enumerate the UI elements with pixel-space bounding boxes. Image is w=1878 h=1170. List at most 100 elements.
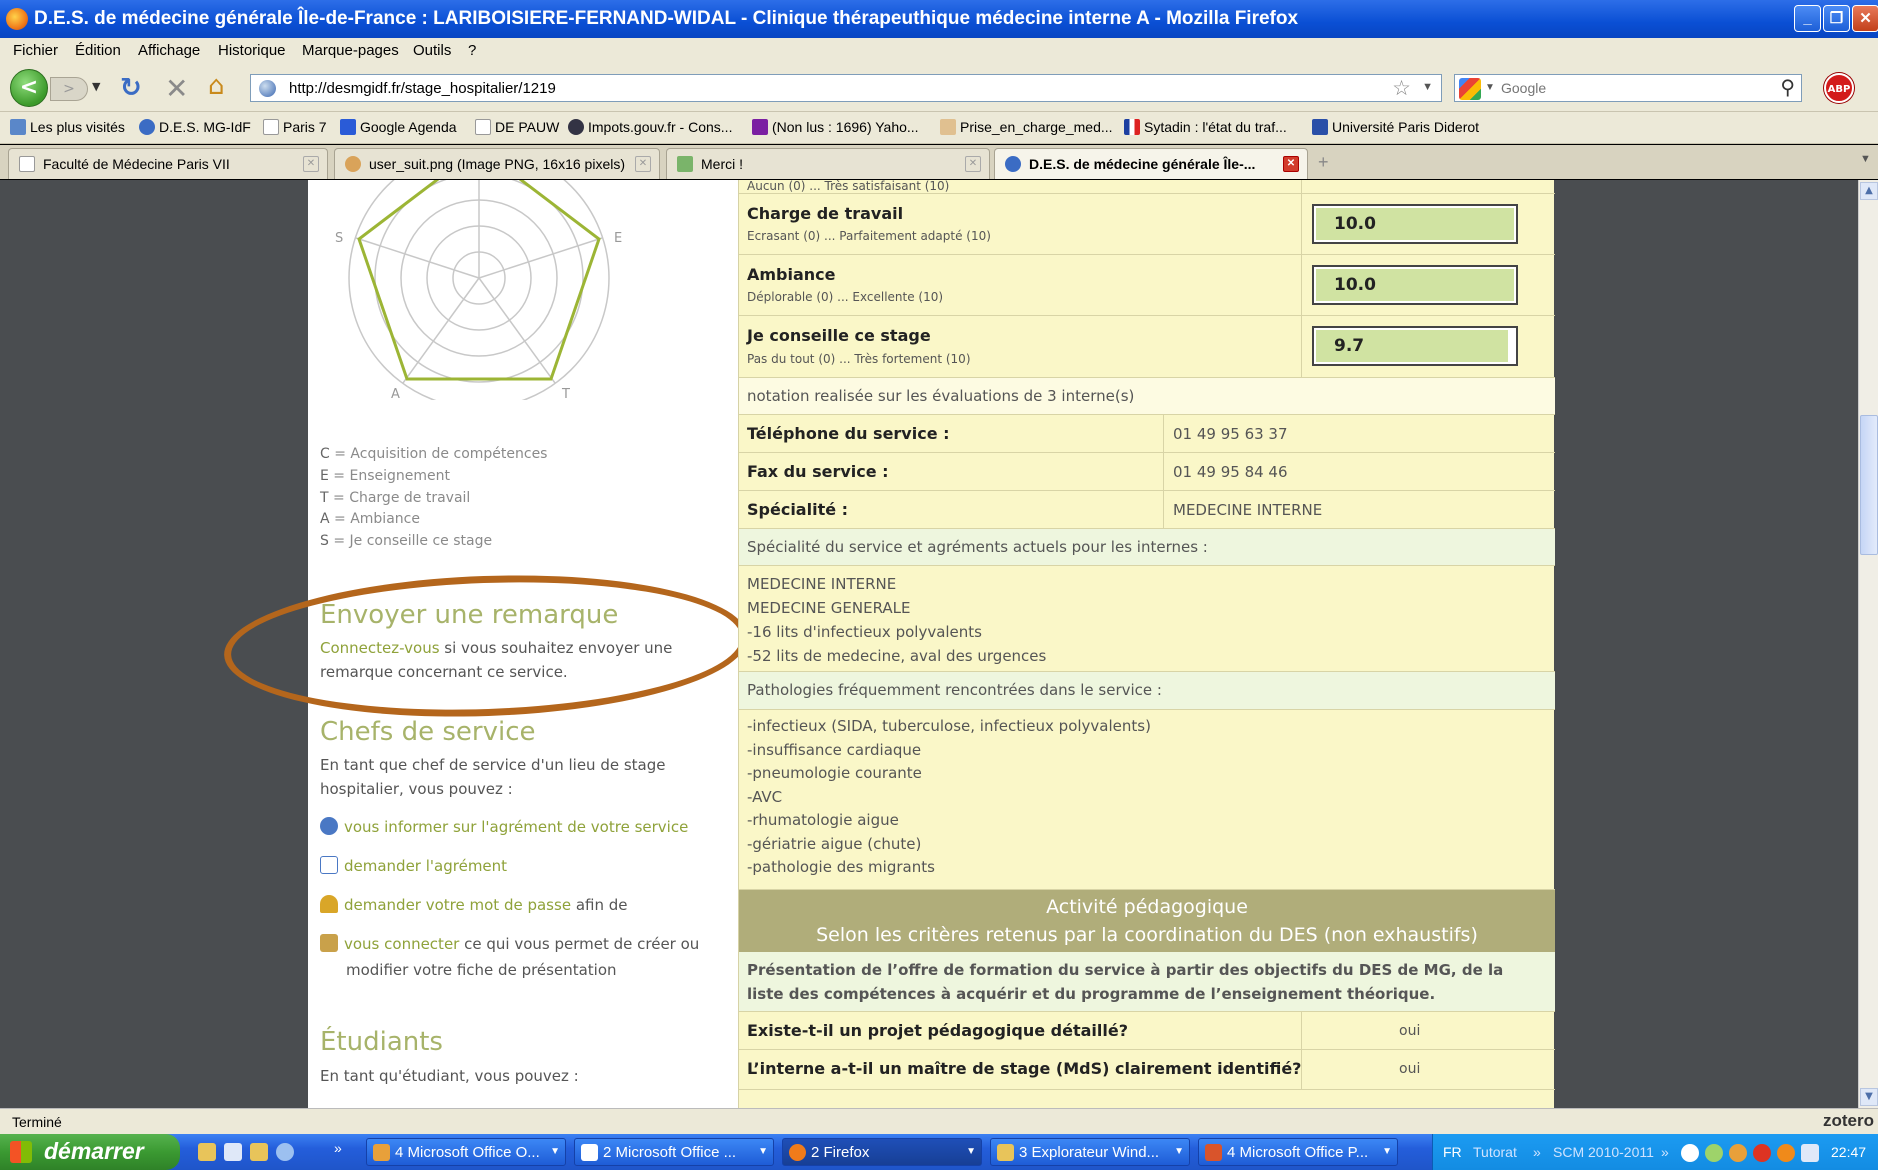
table-row-notation: notation realisée sur les évaluations de…	[739, 378, 1555, 415]
stop-icon[interactable]: ✕	[165, 72, 188, 105]
tab-close-icon[interactable]: ✕	[1283, 156, 1299, 172]
lock-icon	[320, 934, 338, 952]
menu-marque-pages[interactable]: Marque-pages	[302, 42, 399, 59]
bookmark-des-mg-idf[interactable]: D.E.S. MG-IdF	[139, 119, 251, 135]
search-bar[interactable]: ▼ ⚲	[1454, 74, 1802, 102]
bookmark-sytadin[interactable]: Sytadin : l'état du traf...	[1124, 119, 1287, 135]
back-button[interactable]: <	[10, 69, 48, 107]
zotero-button[interactable]: zotero	[1823, 1111, 1874, 1131]
radar-axis-label-t: T	[561, 387, 570, 400]
menu-historique[interactable]: Historique	[218, 42, 286, 59]
menu-edition[interactable]: Édition	[75, 42, 121, 59]
forward-button[interactable]: >	[50, 77, 88, 101]
firefox-tray-icon[interactable]	[1777, 1144, 1795, 1162]
bookmark-impots[interactable]: Impots.gouv.fr - Cons...	[568, 119, 732, 135]
activite-pedagogique-banner: Activité pédagogique Selon les critères …	[739, 890, 1555, 952]
address-bar[interactable]: http://desmgidf.fr/stage_hospitalier/121…	[250, 74, 1442, 102]
informer-agrement-link[interactable]: vous informer sur l'agrément de votre se…	[344, 818, 688, 836]
scroll-up-arrow-icon[interactable]: ▲	[1860, 182, 1878, 200]
tab-list-dropdown-icon[interactable]: ▼	[1860, 153, 1871, 165]
bookmark-paris-diderot[interactable]: Université Paris Diderot	[1312, 119, 1479, 135]
chefs-intro: En tant que chef de service d'un lieu de…	[320, 756, 666, 798]
table-row-partial: Aucun (0) ... Très satisfaisant (10)	[739, 180, 1555, 194]
list-item-demander-agrement: demander l'agrément	[320, 853, 720, 879]
powerpoint-icon	[1205, 1144, 1222, 1161]
window-title: D.E.S. de médecine générale Île-de-Franc…	[34, 8, 1299, 29]
url-dropdown-icon[interactable]: ▼	[1422, 81, 1433, 93]
url-text[interactable]: http://desmgidf.fr/stage_hospitalier/121…	[289, 80, 556, 97]
tab-bar: Faculté de Médecine Paris VII ✕ user_sui…	[0, 145, 1878, 179]
folder-icon	[997, 1144, 1014, 1161]
etudiants-heading: Étudiants	[320, 1027, 443, 1057]
firefox-icon	[789, 1144, 806, 1161]
bookmark-prise-en-charge[interactable]: Prise_en_charge_med...	[940, 119, 1113, 135]
demander-mot-de-passe-link[interactable]: demander votre mot de passe	[344, 896, 571, 914]
alert-tray-icon[interactable]	[1753, 1144, 1771, 1162]
list-item-mot-de-passe: demander votre mot de passe afin de	[320, 892, 720, 918]
start-button[interactable]: démarrer	[0, 1134, 180, 1170]
most-visited-icon	[10, 119, 26, 135]
adblock-plus-icon[interactable]: ABP	[1824, 73, 1854, 103]
restore-button[interactable]: ❐	[1823, 5, 1850, 32]
bookmark-de-pauw[interactable]: DE PAUW	[475, 119, 559, 135]
vertical-scrollbar[interactable]: ▲ ▼	[1858, 180, 1878, 1108]
volume-icon[interactable]	[1705, 1144, 1723, 1162]
search-magnifier-icon[interactable]: ⚲	[1780, 75, 1795, 100]
menu-outils[interactable]: Outils	[413, 42, 451, 59]
tab-close-icon[interactable]: ✕	[965, 156, 981, 172]
search-quicklaunch-icon[interactable]	[276, 1143, 294, 1161]
engine-dropdown-icon[interactable]: ▼	[1485, 82, 1495, 93]
taskbar-firefox[interactable]: 2 Firefox ▼	[782, 1138, 982, 1166]
taskbar-explorer[interactable]: 3 Explorateur Wind... ▼	[990, 1138, 1190, 1166]
tab-user-suit-image[interactable]: user_suit.png (Image PNG, 16x16 pixels) …	[334, 148, 660, 179]
vous-connecter-link[interactable]: vous connecter	[344, 935, 459, 953]
close-window-button[interactable]: ✕	[1852, 5, 1878, 32]
windows-flag-icon	[10, 1141, 32, 1163]
reload-icon[interactable]: ↻	[120, 73, 142, 103]
page-viewport: S E T A C = Acquisition de compétences E…	[0, 180, 1858, 1108]
bookmark-star-icon[interactable]: ☆	[1392, 76, 1411, 101]
scroll-thumb[interactable]	[1860, 415, 1878, 555]
table-row-charge-travail: Charge de travail Ecrasant (0) ... Parfa…	[739, 194, 1555, 255]
desktop-quicklaunch-icon[interactable]	[224, 1143, 242, 1161]
network-icon[interactable]	[1681, 1144, 1699, 1162]
folder-quicklaunch-icon[interactable]	[198, 1143, 216, 1161]
new-tab-icon[interactable]: +	[1318, 152, 1329, 173]
tab-close-icon[interactable]: ✕	[303, 156, 319, 172]
scm-toolbar[interactable]: SCM 2010-2011	[1553, 1144, 1654, 1160]
scroll-down-arrow-icon[interactable]: ▼	[1860, 1088, 1878, 1106]
search-input[interactable]	[1501, 78, 1731, 98]
outlook-tray-icon[interactable]	[1729, 1144, 1747, 1162]
page-icon	[475, 119, 491, 135]
menu-affichage[interactable]: Affichage	[138, 42, 200, 59]
university-icon	[1312, 119, 1328, 135]
table-row-pathologies: -infectieux (SIDA, tuberculose, infectie…	[739, 710, 1555, 890]
taskbar-outlook[interactable]: 4 Microsoft Office O... ▼	[366, 1138, 566, 1166]
bookmark-google-agenda[interactable]: Google Agenda	[340, 119, 457, 135]
taskbar-powerpoint[interactable]: 4 Microsoft Office P... ▼	[1198, 1138, 1398, 1166]
demander-agrement-link[interactable]: demander l'agrément	[344, 857, 507, 875]
tutorat-toolbar[interactable]: Tutorat	[1473, 1144, 1517, 1160]
home-icon[interactable]: ⌂	[208, 71, 225, 101]
quicklaunch-more-icon[interactable]: »	[334, 1140, 342, 1156]
tab-close-icon[interactable]: ✕	[635, 156, 651, 172]
menu-help[interactable]: ?	[468, 42, 476, 59]
taskbar-word[interactable]: 2 Microsoft Office ... ▼	[574, 1138, 774, 1166]
bookmark-plus-visites[interactable]: Les plus visités	[10, 119, 125, 135]
tab-faculte-medecine[interactable]: Faculté de Médecine Paris VII ✕	[8, 148, 328, 179]
bookmark-paris7[interactable]: Paris 7	[263, 119, 327, 135]
google-engine-icon[interactable]	[1459, 78, 1481, 100]
score-box-charge-travail: 10.0	[1312, 204, 1518, 244]
legend-a: A = Ambiance	[320, 511, 420, 527]
language-indicator[interactable]: FR	[1443, 1144, 1462, 1160]
explorer-quicklaunch-icon[interactable]	[250, 1143, 268, 1161]
bookmark-yahoo[interactable]: (Non lus : 1696) Yaho...	[752, 119, 919, 135]
tab-merci[interactable]: Merci ! ✕	[666, 148, 990, 179]
table-row-specialite: Spécialité : MEDECINE INTERNE	[739, 491, 1555, 529]
history-dropdown-icon[interactable]: ▼	[92, 80, 100, 93]
table-row-agrements: MEDECINE INTERNE MEDECINE GENERALE -16 l…	[739, 566, 1555, 672]
calendar-tray-icon[interactable]	[1801, 1144, 1819, 1162]
menu-fichier[interactable]: Fichier	[13, 42, 58, 59]
minimize-button[interactable]: _	[1794, 5, 1821, 32]
tab-des-medecine-generale[interactable]: D.E.S. de médecine générale Île-... ✕	[994, 148, 1308, 179]
